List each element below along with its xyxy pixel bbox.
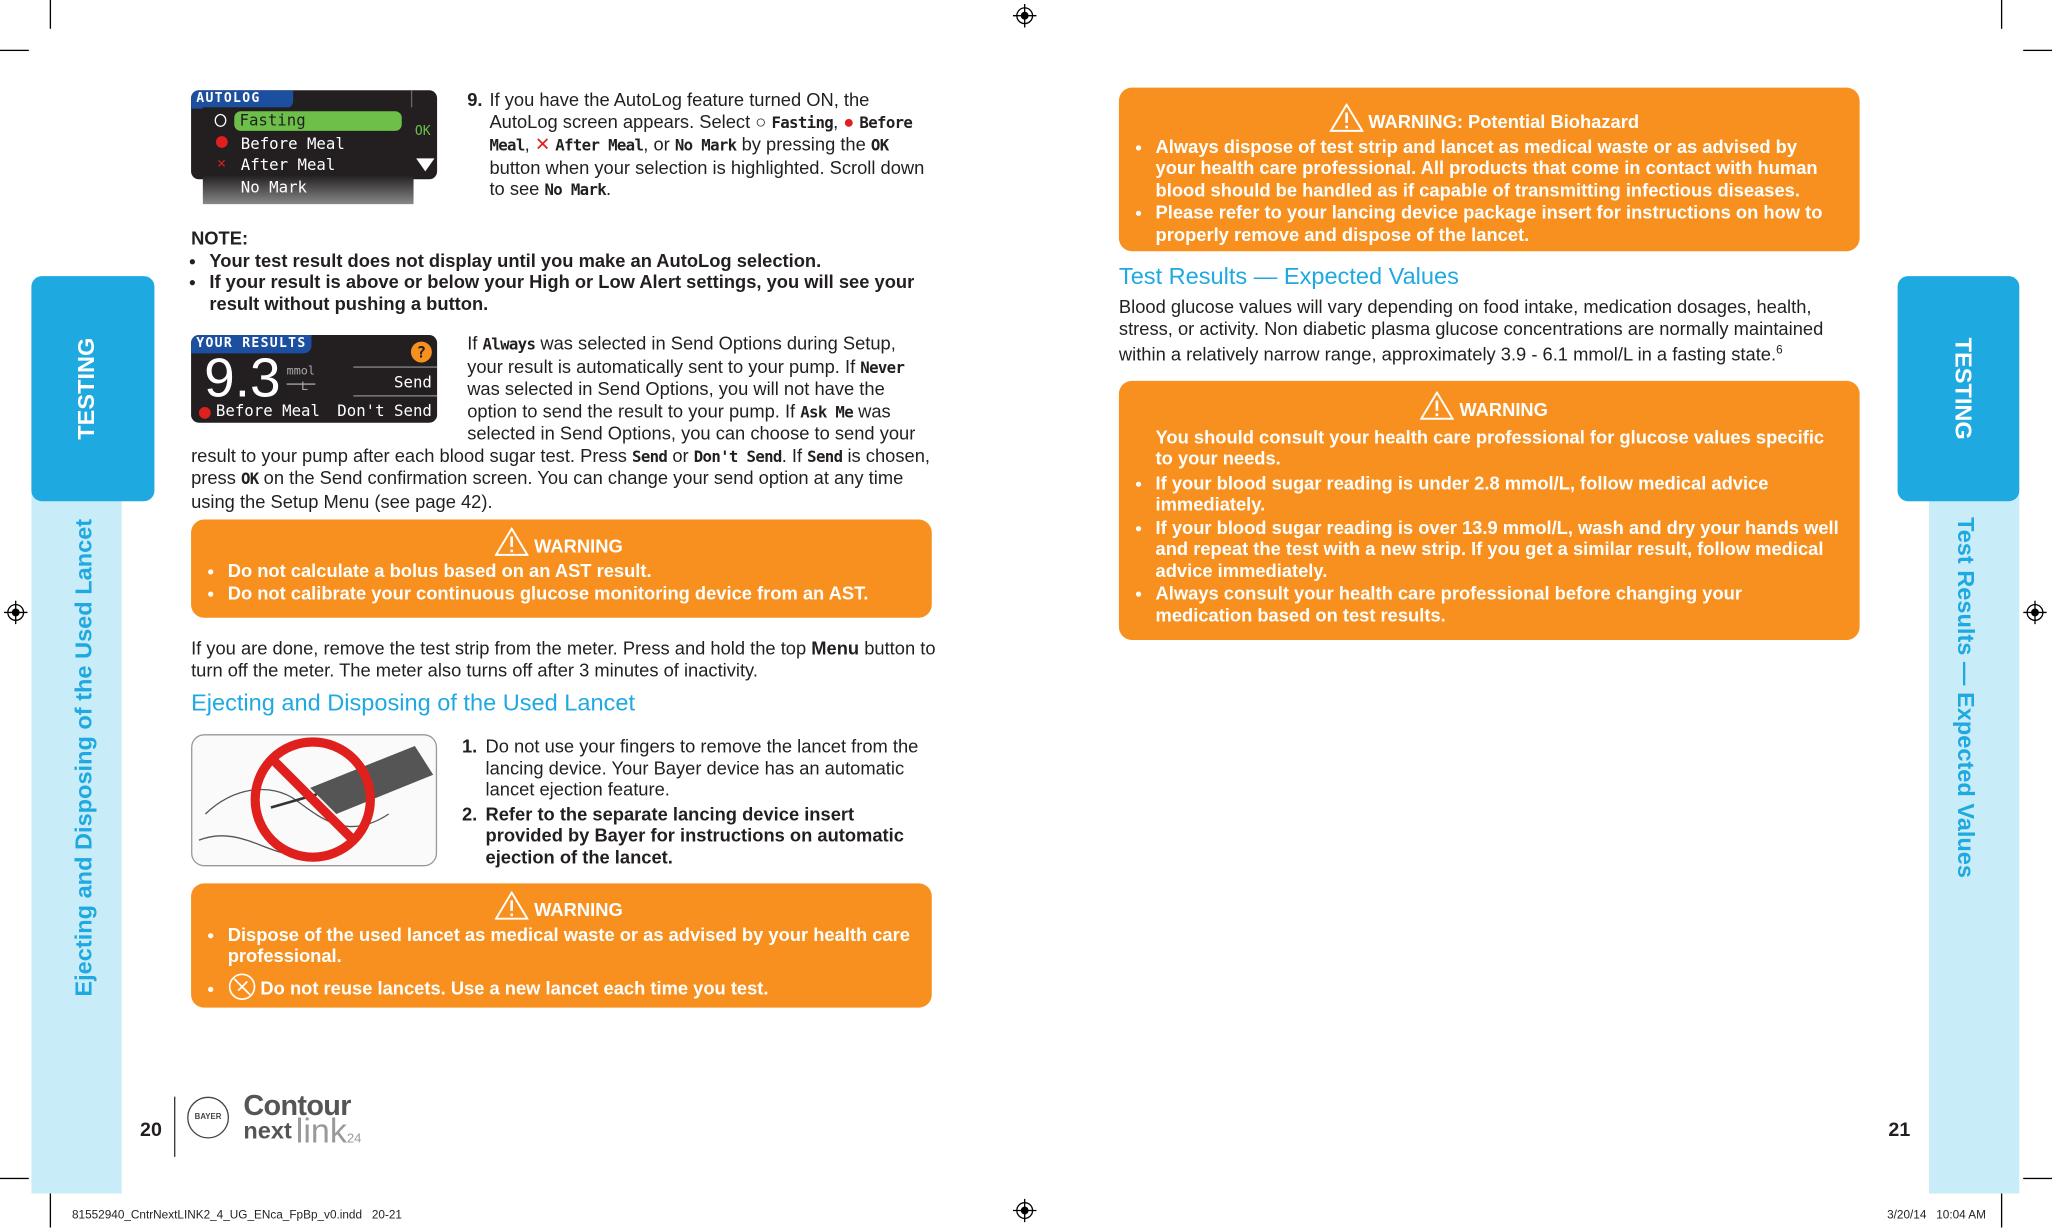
date-slug: 3/20/14 10:04 AM bbox=[1887, 1207, 1986, 1221]
warning-icon bbox=[494, 527, 529, 556]
file-slug: 81552940_CntrNextLINK2_4_UG_ENca_FpBp_v0… bbox=[71, 1207, 402, 1221]
apple-icon: ● bbox=[843, 110, 855, 132]
section-heading: Ejecting and Disposing of the Used Lance… bbox=[191, 689, 635, 716]
step-9: 9. If you have the AutoLog feature turne… bbox=[467, 88, 925, 199]
crop-mark bbox=[2023, 1177, 2052, 1180]
warning-item: Always consult your health care professi… bbox=[1156, 582, 1842, 625]
send-options-paragraph: If Always was selected in Send Options d… bbox=[191, 332, 930, 512]
apple-icon bbox=[215, 136, 228, 148]
note-item: If your result is above or below your Hi… bbox=[209, 271, 931, 314]
warning-item: Please refer to your lancing device pack… bbox=[1156, 202, 1842, 245]
warning-item: If your blood sugar reading is under 2.8… bbox=[1156, 472, 1842, 515]
page-number: 20 bbox=[140, 1118, 162, 1142]
warning-icon bbox=[1329, 103, 1364, 132]
step-2: 2. Refer to the separate lancing device i… bbox=[461, 802, 904, 867]
crop-mark bbox=[0, 1177, 29, 1180]
ok-button[interactable]: OK bbox=[415, 122, 431, 144]
screen-title: AUTOLOG bbox=[191, 90, 294, 109]
section-heading: Test Results — Expected Values bbox=[1118, 263, 1459, 290]
registration-mark-icon bbox=[1012, 3, 1037, 28]
note-item: Your test result does not display until … bbox=[209, 249, 931, 271]
warning-icon bbox=[494, 891, 529, 920]
crop-mark bbox=[49, 1193, 52, 1228]
note-title: NOTE: bbox=[191, 227, 249, 249]
lancet-steps: 1. Do not use your fingers to remove the … bbox=[462, 735, 933, 867]
fasting-icon: ○ bbox=[755, 110, 772, 132]
warning-title: WARNING bbox=[1459, 399, 1548, 421]
expected-values-paragraph: Blood glucose values will vary depending… bbox=[1118, 295, 1824, 365]
warning-title: WARNING bbox=[534, 535, 623, 557]
fasting-icon bbox=[214, 113, 227, 127]
warning-box-ast: WARNING Do not calculate a bolus based o… bbox=[191, 519, 932, 618]
crop-mark bbox=[2000, 1193, 2003, 1228]
warning-box-glucose: WARNING You should consult your health c… bbox=[1118, 380, 1860, 640]
turn-off-paragraph: If you are done, remove the test strip f… bbox=[191, 637, 936, 680]
option-after-meal[interactable]: After Meal bbox=[241, 154, 336, 176]
warning-box-biohazard: WARNING: Potential Biohazard Always disp… bbox=[1118, 87, 1860, 252]
crop-mark bbox=[2023, 49, 2052, 52]
page-number: 21 bbox=[1888, 1118, 1911, 1142]
crop-mark bbox=[49, 0, 52, 29]
contour-next-link-logo: Contour next link24 bbox=[243, 1088, 362, 1151]
warning-icon bbox=[1420, 391, 1455, 420]
warning-item: Dispose of the used lancet as medical wa… bbox=[228, 923, 919, 966]
registration-mark-icon bbox=[2023, 600, 2047, 625]
crop-mark bbox=[2000, 0, 2003, 29]
tab-label: TESTING bbox=[1950, 337, 1977, 440]
registration-mark-icon bbox=[1012, 1198, 1037, 1223]
warning-box-lancet: WARNING Dispose of the used lancet as me… bbox=[191, 883, 932, 1008]
warning-item: Always dispose of test strip and lancet … bbox=[1156, 135, 1842, 200]
autolog-list: Fasting Before Meal ✕ After Meal No Mark bbox=[202, 107, 414, 205]
warning-item: If your blood sugar reading is over 13.9… bbox=[1156, 516, 1842, 581]
option-no-mark[interactable]: No Mark bbox=[241, 177, 307, 199]
side-section-label: Test Results — Expected Values bbox=[1952, 517, 1980, 878]
warning-item: Do not calculate a bolus based on an AST… bbox=[228, 559, 919, 581]
option-before-meal[interactable]: Before Meal bbox=[241, 133, 345, 155]
warning-item: Do not reuse lancets. Use a new lancet e… bbox=[228, 972, 919, 1001]
do-not-reuse-icon bbox=[228, 972, 256, 1000]
step-1: 1. Do not use your fingers to remove the … bbox=[461, 735, 919, 800]
option-fasting[interactable]: Fasting bbox=[234, 111, 402, 131]
note: NOTE: Your test result does not display … bbox=[191, 228, 932, 314]
warning-intro: You should consult your health care prof… bbox=[1155, 425, 1825, 469]
apple-core-icon: ✕ bbox=[534, 133, 551, 155]
warning-title: WARNING bbox=[534, 899, 623, 920]
apple-core-icon: ✕ bbox=[217, 154, 226, 172]
side-section-label: Ejecting and Disposing of the Used Lance… bbox=[70, 518, 97, 997]
bayer-logo: BAYER bbox=[187, 1096, 230, 1139]
registration-mark-icon bbox=[3, 600, 28, 625]
tab-label: TESTING bbox=[72, 337, 100, 440]
warning-item: Do not calibrate your continuous glucose… bbox=[228, 582, 919, 604]
warning-title: WARNING: Potential Biohazard bbox=[1368, 111, 1640, 133]
lancet-illustration bbox=[191, 734, 438, 867]
crop-mark bbox=[0, 49, 29, 52]
scroll-down-icon[interactable] bbox=[416, 158, 435, 172]
